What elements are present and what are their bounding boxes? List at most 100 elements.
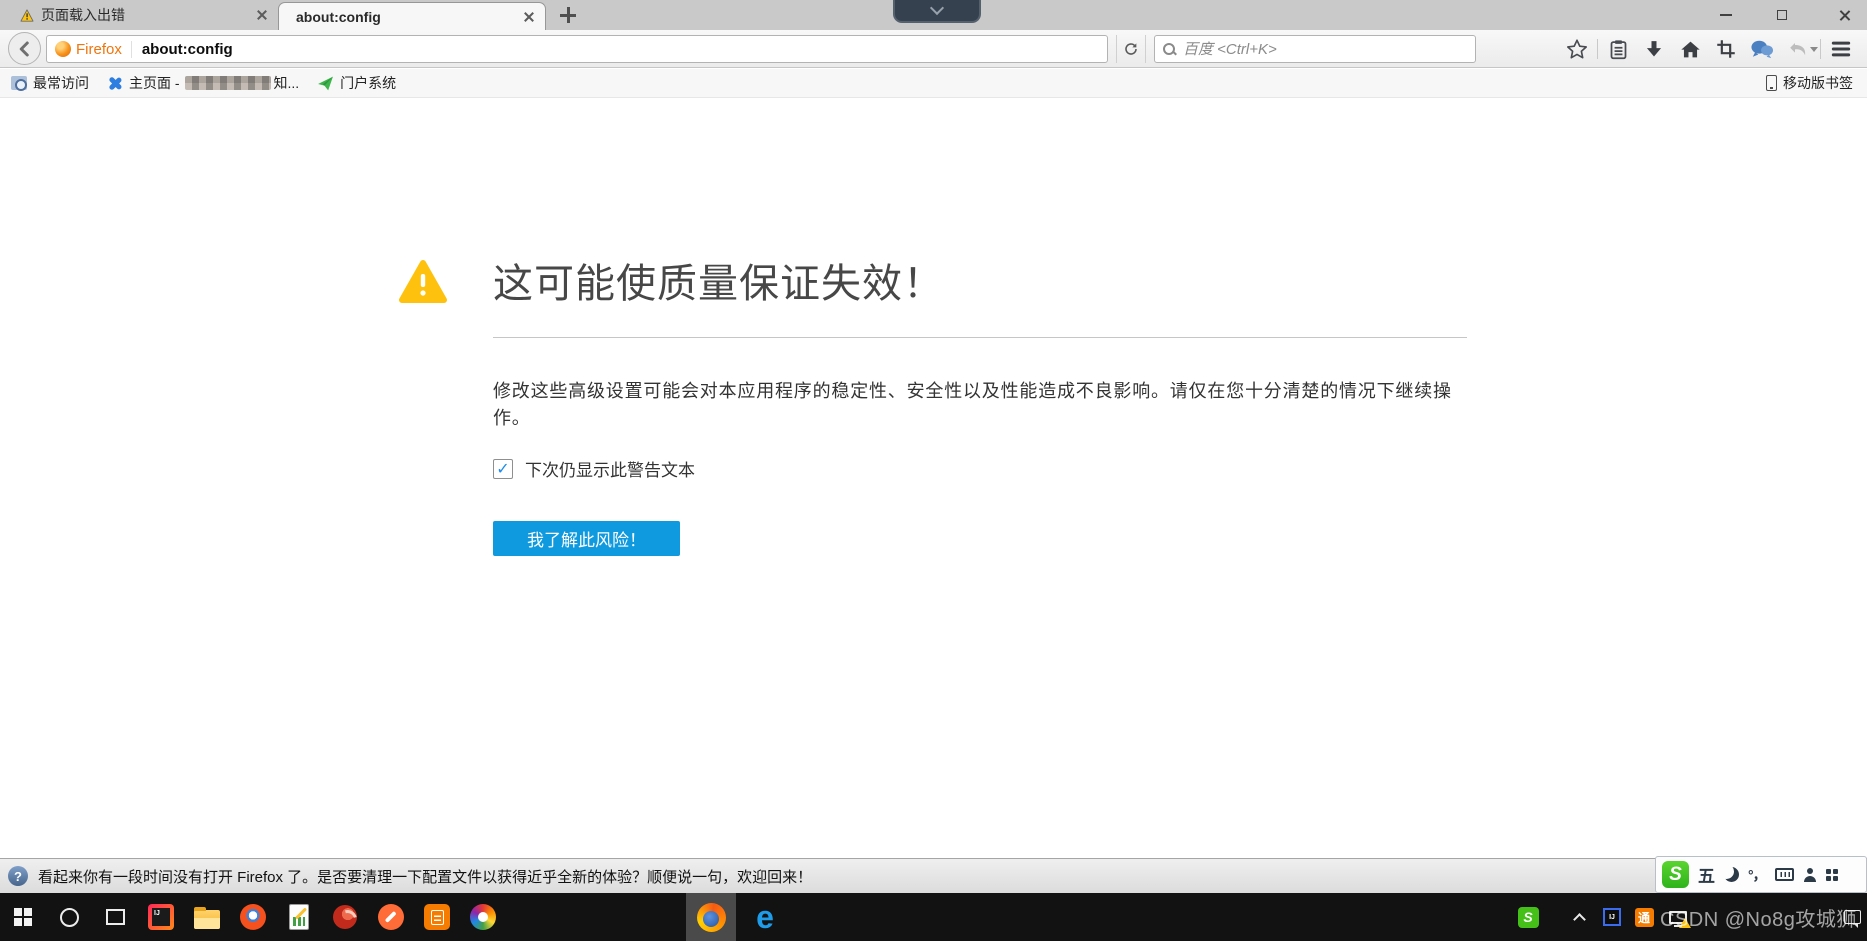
firefox-favicon	[55, 41, 71, 57]
menu-button[interactable]	[1823, 35, 1859, 63]
clipboard-icon	[1608, 39, 1629, 60]
new-tab-button[interactable]	[560, 7, 576, 23]
start-button[interactable]	[0, 893, 46, 941]
reload-button[interactable]	[1116, 35, 1146, 63]
tab-close-icon[interactable]	[523, 11, 535, 23]
account-icon[interactable]	[1803, 868, 1817, 882]
url-bar[interactable]: Firefox about:config	[46, 35, 1108, 63]
cortana-icon	[60, 908, 79, 927]
orange-list-icon	[424, 904, 450, 930]
search-icon	[1163, 43, 1176, 56]
edge-icon: e	[756, 901, 774, 933]
tray-show-hidden-icons[interactable]	[1564, 893, 1594, 941]
cortana-button[interactable]	[46, 893, 92, 941]
orange-browser-icon	[240, 904, 266, 930]
firefox-notification-bar: ? 看起来你有一段时间没有打开 Firefox 了。是否要清理一下配置文件以获得…	[0, 858, 1867, 893]
firefox-brand: Firefox	[55, 41, 132, 58]
warning-icon	[20, 9, 34, 22]
taskbar-colorful-browser[interactable]	[460, 893, 506, 941]
back-button[interactable]	[8, 32, 41, 65]
paper-plane-icon	[317, 75, 334, 92]
search-box[interactable]	[1154, 35, 1476, 63]
taskbar-file-explorer[interactable]	[184, 893, 230, 941]
mobile-bookmarks[interactable]: 移动版书签	[1758, 69, 1861, 97]
crop-icon	[1716, 39, 1736, 59]
tab-label: 页面载入出错	[41, 5, 256, 25]
firefox-brand-label: Firefox	[76, 41, 122, 58]
pull-down-handle[interactable]	[893, 0, 981, 23]
back-arrow-icon	[16, 40, 34, 58]
downloads-button[interactable]	[1636, 35, 1672, 63]
home-button[interactable]	[1672, 35, 1708, 63]
home-icon	[1680, 39, 1701, 60]
taskbar-red-swirl-app[interactable]	[322, 893, 368, 941]
ime-mode-wubi[interactable]: 五	[1698, 862, 1715, 887]
tab-about-config[interactable]: about:config	[278, 2, 546, 30]
close-button[interactable]	[1824, 0, 1864, 30]
fullwidth-moon-icon[interactable]	[1724, 867, 1739, 882]
bookmark-home-page[interactable]: 主页面 - 知...	[98, 69, 308, 97]
csdn-watermark: CSDN @No8g攻城狮	[1660, 903, 1857, 932]
red-swirl-icon	[333, 905, 357, 929]
taskbar-firefox-active[interactable]	[686, 893, 736, 941]
search-input[interactable]	[1183, 41, 1467, 58]
task-view-icon	[106, 909, 125, 925]
page-title: 这可能使质量保证失效！	[493, 251, 944, 309]
chat-button[interactable]	[1744, 35, 1780, 63]
sogou-logo[interactable]: S	[1662, 861, 1689, 888]
taskbar-orange-list-app[interactable]	[414, 893, 460, 941]
phone-icon	[1766, 75, 1777, 91]
tray-tong-app[interactable]: 通	[1628, 893, 1660, 941]
bookmark-portal-system[interactable]: 门户系统	[308, 69, 405, 97]
separator	[1597, 39, 1598, 59]
taskbar-edge[interactable]: e	[740, 893, 790, 941]
tab-label: about:config	[296, 9, 523, 25]
taskbar-notepad[interactable]	[276, 893, 322, 941]
bookmark-label: 移动版书签	[1783, 73, 1853, 93]
intellij-icon: IJ	[148, 904, 174, 930]
notepad-icon	[289, 904, 309, 930]
minimize-button[interactable]	[1706, 0, 1746, 30]
help-icon: ?	[8, 866, 28, 886]
taskbar-intellij[interactable]: IJ	[138, 893, 184, 941]
redacted-blur	[185, 76, 271, 90]
chevron-up-icon	[1573, 913, 1586, 926]
tab-page-load-error[interactable]: 页面载入出错	[10, 0, 278, 30]
bookmark-star-button[interactable]	[1559, 35, 1595, 63]
screenshot-crop-button[interactable]	[1708, 35, 1744, 63]
minimize-icon	[1720, 14, 1732, 16]
taskbar-postman[interactable]	[368, 893, 414, 941]
bookmark-label: 门户系统	[340, 73, 396, 93]
download-icon	[1644, 39, 1664, 59]
blue-x-favicon	[107, 75, 123, 91]
bookmark-frequent[interactable]: 最常访问	[2, 69, 98, 97]
bookmarks-menu-button[interactable]	[1600, 35, 1636, 63]
navigation-toolbar: Firefox about:config	[0, 30, 1867, 68]
tray-sogou[interactable]: S	[1510, 893, 1546, 941]
undo-dropdown-caret[interactable]	[1810, 47, 1818, 52]
chat-bubbles-icon	[1750, 38, 1774, 60]
show-warning-checkbox[interactable]: ✓	[493, 459, 513, 479]
restore-button[interactable]	[1762, 0, 1802, 30]
tab-close-icon[interactable]	[256, 9, 268, 21]
soft-keyboard-icon[interactable]	[1775, 868, 1794, 881]
star-icon	[1566, 38, 1588, 60]
tray-intellij[interactable]: IJ	[1596, 893, 1628, 941]
sogou-tray-icon: S	[1518, 907, 1539, 928]
title-divider	[493, 337, 1467, 338]
frequent-folder-icon	[11, 76, 27, 90]
close-icon	[1838, 9, 1851, 22]
accept-risk-button[interactable]: 我了解此风险！	[493, 521, 680, 556]
punctuation-icon[interactable]: °，	[1748, 865, 1766, 885]
task-view-button[interactable]	[92, 893, 138, 941]
titlebar: 页面载入出错 about:config	[0, 0, 1867, 30]
tong-tray-icon: 通	[1635, 908, 1654, 927]
taskbar-browser-orange[interactable]	[230, 893, 276, 941]
bookmark-label: 最常访问	[33, 73, 89, 93]
sogou-ime-toolbar: S 五 °，	[1655, 856, 1867, 893]
toolbox-grid-icon[interactable]	[1826, 869, 1838, 881]
intellij-tray-icon: IJ	[1603, 908, 1621, 926]
url-text: about:config	[142, 41, 233, 58]
bookmark-label: 主页面 - 知...	[129, 73, 299, 93]
windows-logo-icon	[14, 908, 32, 926]
